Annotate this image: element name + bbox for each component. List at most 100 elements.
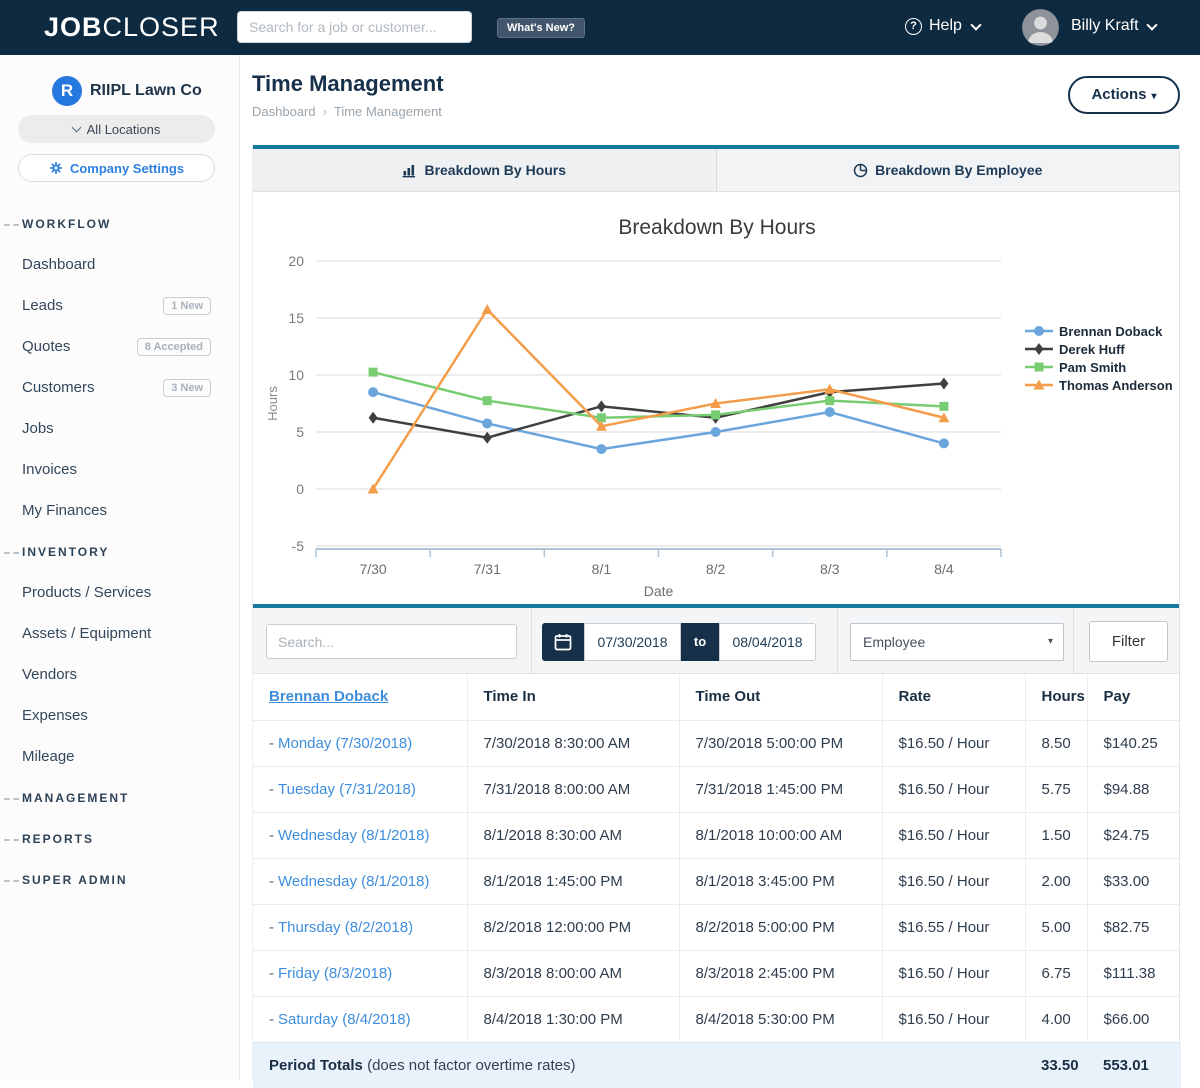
- sidebar-item-products-services[interactable]: Products / Services: [0, 572, 239, 613]
- cell-time-out: 8/4/2018 5:30:00 PM: [679, 996, 882, 1042]
- sidebar-item-my-finances[interactable]: My Finances: [0, 490, 239, 531]
- cell-day: -Wednesday (8/1/2018): [253, 858, 467, 904]
- svg-text:5: 5: [296, 424, 304, 440]
- circle-marker-icon: [596, 444, 606, 454]
- sidebar-item-leads[interactable]: Leads1 New: [0, 285, 239, 326]
- svg-text:20: 20: [288, 253, 304, 269]
- cell-hours: 8.50: [1025, 720, 1087, 766]
- cell-hours: 1.50: [1025, 812, 1087, 858]
- legend-item-pam-smith[interactable]: Pam Smith: [1059, 360, 1126, 375]
- square-marker-icon: [825, 396, 834, 405]
- user-avatar[interactable]: [1022, 9, 1059, 46]
- whats-new-button[interactable]: What's New?: [497, 18, 585, 38]
- global-search-input[interactable]: [237, 11, 472, 43]
- legend-item-derek-huff[interactable]: Derek Huff: [1059, 342, 1125, 357]
- cell-time-out: 8/2/2018 5:00:00 PM: [679, 904, 882, 950]
- diamond-marker-icon: [597, 400, 606, 412]
- table-header-row: Brennan Doback Time In Time Out Rate Hou…: [253, 674, 1181, 720]
- user-chevron-down-icon: [1146, 19, 1157, 30]
- sidebar-section-workflow[interactable]: WORKFLOW: [0, 203, 239, 244]
- sidebar-item-label: My Finances: [22, 502, 107, 519]
- sidebar-section-inventory[interactable]: INVENTORY: [0, 531, 239, 572]
- sidebar-item-vendors[interactable]: Vendors: [0, 654, 239, 695]
- logo-bold: JOB: [44, 12, 103, 42]
- circle-marker-icon[interactable]: [1034, 326, 1044, 336]
- company-settings-button[interactable]: Company Settings: [18, 154, 215, 182]
- square-marker-icon[interactable]: [1035, 363, 1044, 372]
- day-link[interactable]: Monday (7/30/2018): [278, 735, 412, 752]
- period-totals-label: Period Totals (does not factor overtime …: [253, 1042, 1025, 1088]
- svg-text:8/4: 8/4: [934, 561, 954, 577]
- user-name[interactable]: Billy Kraft: [1071, 17, 1139, 35]
- tab-breakdown-by-employee[interactable]: Breakdown By Employee: [717, 149, 1180, 191]
- section-dash-icon: [4, 798, 19, 800]
- day-link[interactable]: Saturday (8/4/2018): [278, 1011, 411, 1028]
- cell-pay: $24.75: [1087, 812, 1181, 858]
- sidebar-item-assets-equipment[interactable]: Assets / Equipment: [0, 613, 239, 654]
- tab-bar: Breakdown By Hours Breakdown By Employee: [253, 145, 1179, 192]
- cell-rate: $16.50 / Hour: [882, 858, 1025, 904]
- sidebar-item-mileage[interactable]: Mileage: [0, 736, 239, 777]
- svg-text:Hours: Hours: [265, 386, 280, 421]
- help-menu[interactable]: Help: [929, 17, 962, 35]
- tab-breakdown-by-hours[interactable]: Breakdown By Hours: [253, 149, 717, 191]
- svg-text:8/2: 8/2: [706, 561, 726, 577]
- sidebar-item-label: Vendors: [22, 666, 77, 683]
- sidebar-item-jobs[interactable]: Jobs: [0, 408, 239, 449]
- cell-time-out: 7/30/2018 5:00:00 PM: [679, 720, 882, 766]
- sidebar-section-reports[interactable]: REPORTS: [0, 818, 239, 859]
- sidebar-item-quotes[interactable]: Quotes8 Accepted: [0, 326, 239, 367]
- date-to-input[interactable]: [719, 623, 816, 661]
- cell-rate: $16.50 / Hour: [882, 720, 1025, 766]
- diamond-marker-icon[interactable]: [1035, 343, 1044, 355]
- period-totals-bold: Period Totals: [269, 1057, 363, 1074]
- cell-day: -Saturday (8/4/2018): [253, 996, 467, 1042]
- group-by-select[interactable]: Employee ▾: [850, 623, 1064, 661]
- square-marker-icon: [711, 410, 720, 419]
- select-caret-icon: ▾: [1048, 624, 1053, 660]
- app-logo[interactable]: JOBCLOSER: [44, 12, 220, 43]
- breadcrumb: Dashboard›Time Management: [252, 104, 442, 119]
- cell-day: -Wednesday (8/1/2018): [253, 812, 467, 858]
- sidebar-item-label: Jobs: [22, 420, 54, 437]
- cell-rate: $16.50 / Hour: [882, 996, 1025, 1042]
- day-link[interactable]: Friday (8/3/2018): [278, 965, 392, 982]
- diamond-marker-icon: [369, 412, 378, 424]
- company-logo-icon: R: [52, 76, 82, 106]
- sidebar-section-super-admin[interactable]: SUPER ADMIN: [0, 859, 239, 900]
- circle-marker-icon: [368, 387, 378, 397]
- day-link[interactable]: Tuesday (7/31/2018): [278, 781, 416, 798]
- legend-item-brennan-doback[interactable]: Brennan Doback: [1059, 324, 1163, 339]
- cell-day: -Thursday (8/2/2018): [253, 904, 467, 950]
- time-entry-row: -Monday (7/30/2018)7/30/2018 8:30:00 AM7…: [253, 720, 1181, 766]
- total-pay: 553.01: [1087, 1042, 1181, 1088]
- square-marker-icon: [483, 396, 492, 405]
- employee-name-link[interactable]: Brennan Doback: [269, 688, 388, 705]
- circle-marker-icon: [711, 427, 721, 437]
- svg-text:8/1: 8/1: [592, 561, 612, 577]
- cell-rate: $16.50 / Hour: [882, 950, 1025, 996]
- actions-button[interactable]: Actions▾: [1068, 76, 1180, 114]
- sidebar-item-customers[interactable]: Customers3 New: [0, 367, 239, 408]
- sidebar-item-dashboard[interactable]: Dashboard: [0, 244, 239, 285]
- sidebar-item-invoices[interactable]: Invoices: [0, 449, 239, 490]
- date-from-input[interactable]: [584, 623, 681, 661]
- tab-label: Breakdown By Employee: [875, 162, 1042, 178]
- date-to-label: to: [681, 623, 719, 661]
- sidebar-item-expenses[interactable]: Expenses: [0, 695, 239, 736]
- group-by-value: Employee: [863, 634, 925, 650]
- breadcrumb-dashboard[interactable]: Dashboard: [252, 104, 316, 119]
- calendar-icon-button[interactable]: [542, 623, 584, 661]
- column-header-rate: Rate: [882, 674, 1025, 720]
- legend-item-thomas-anderson[interactable]: Thomas Anderson: [1059, 378, 1173, 393]
- sidebar-section-management[interactable]: MANAGEMENT: [0, 777, 239, 818]
- day-prefix: -: [269, 735, 274, 752]
- table-search-input[interactable]: [266, 624, 517, 659]
- filter-button[interactable]: Filter: [1089, 621, 1168, 662]
- day-link[interactable]: Thursday (8/2/2018): [278, 919, 413, 936]
- all-locations-dropdown[interactable]: All Locations: [18, 115, 215, 143]
- day-link[interactable]: Wednesday (8/1/2018): [278, 827, 430, 844]
- day-link[interactable]: Wednesday (8/1/2018): [278, 873, 430, 890]
- time-entry-row: -Thursday (8/2/2018)8/2/2018 12:00:00 PM…: [253, 904, 1181, 950]
- cell-pay: $94.88: [1087, 766, 1181, 812]
